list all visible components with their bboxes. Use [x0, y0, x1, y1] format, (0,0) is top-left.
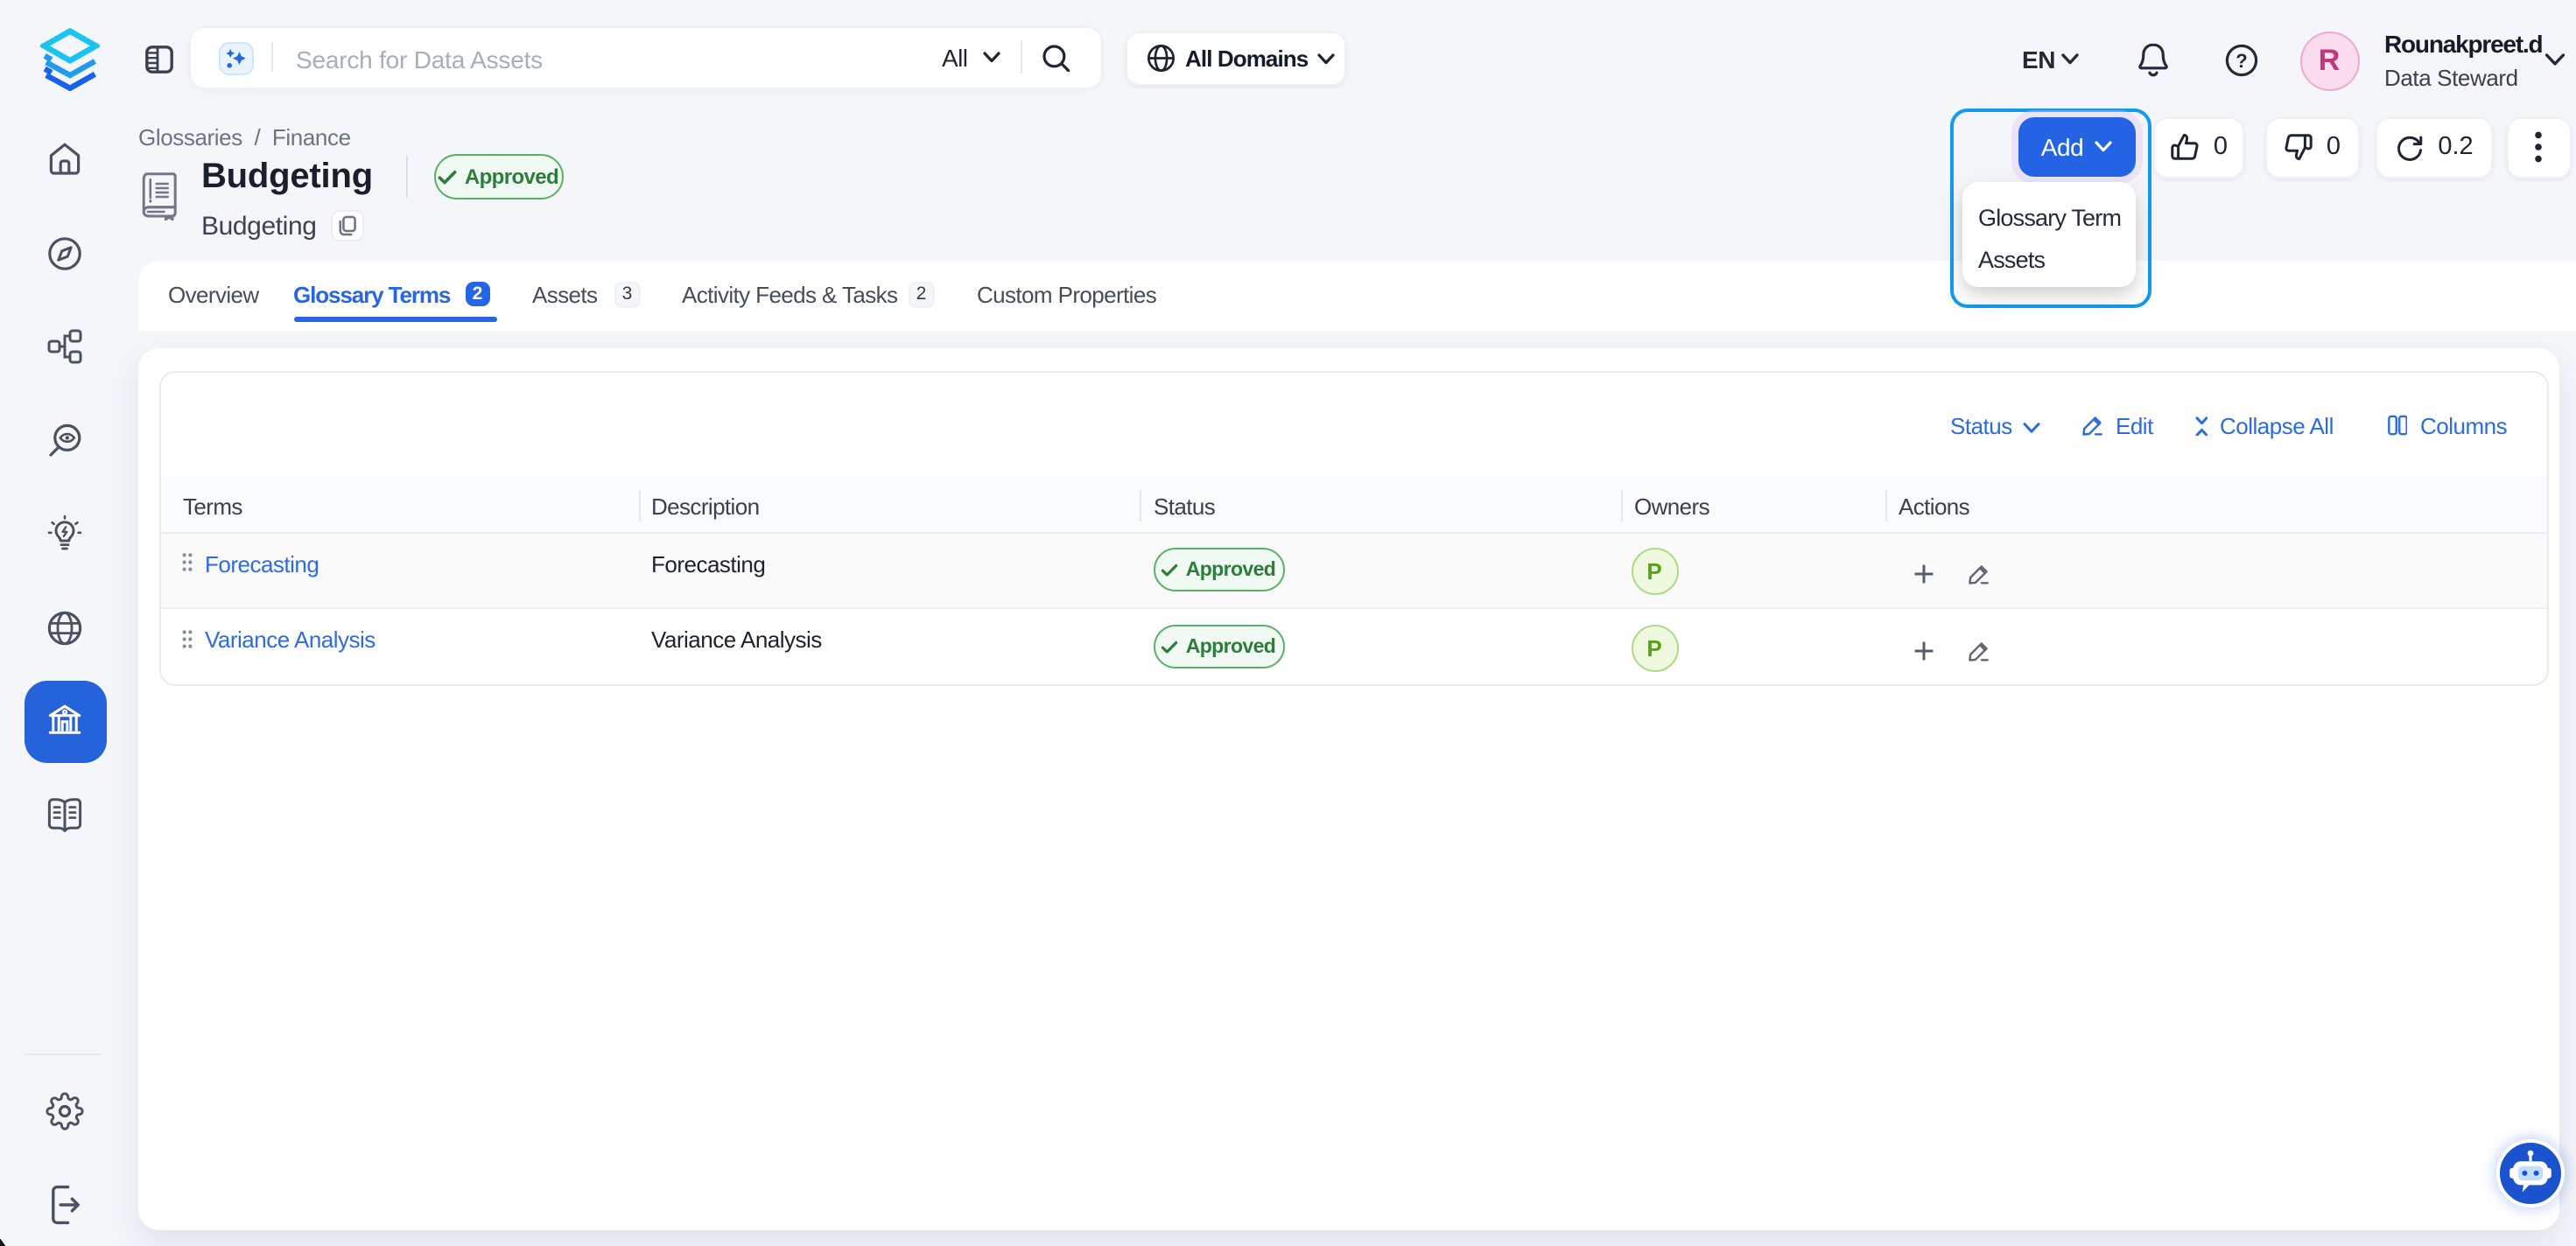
svg-text:?: ? [2236, 49, 2247, 71]
